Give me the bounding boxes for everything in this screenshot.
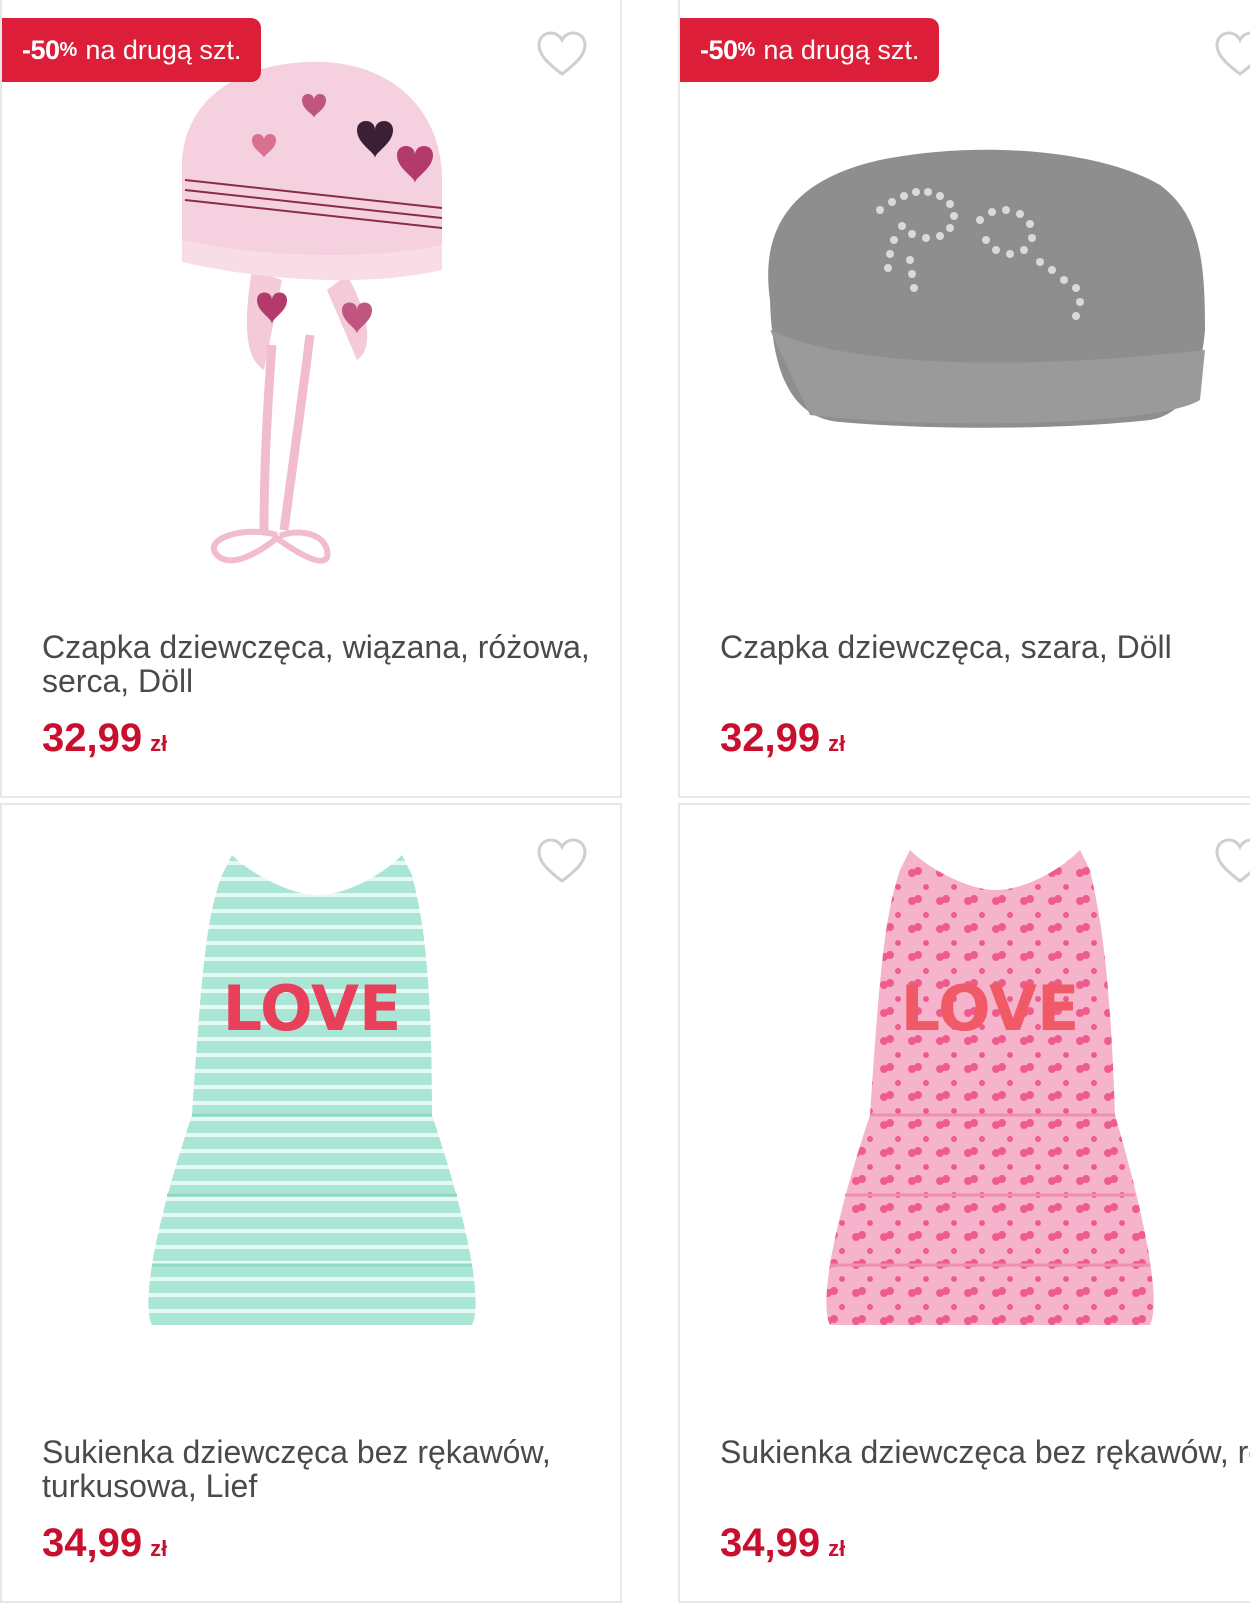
promo-badge: -50% na drugą szt. (680, 18, 940, 82)
price-currency: zł (828, 731, 846, 756)
promo-badge-percent: % (737, 38, 756, 61)
heart-outline-icon[interactable] (536, 837, 588, 885)
product-price: 32,99 zł (42, 716, 167, 766)
price-value: 32,99 (720, 716, 821, 760)
price-currency: zł (828, 1536, 846, 1561)
dress-print-text: LOVE (901, 972, 1080, 1045)
promo-badge-text: na drugą szt. (763, 34, 920, 65)
dress-print-text: LOVE (223, 972, 402, 1045)
price-currency: zł (150, 1536, 168, 1561)
promo-badge: -50% na drugą szt. (2, 18, 262, 82)
product-card[interactable]: LOVE Sukienka dziewczęca bez rękawów, tu… (0, 803, 622, 1603)
price-value: 32,99 (42, 716, 143, 760)
product-name[interactable]: Czapka dziewczęca, szara, Döll (720, 630, 1250, 664)
heart-outline-icon[interactable] (536, 30, 588, 78)
product-card[interactable]: -50% na drugą szt. Czapka dziewczęca, sza… (678, 0, 1250, 798)
product-price: 34,99 zł (720, 1521, 845, 1571)
product-name[interactable]: Czapka dziewczęca, wiązana, różowa, serc… (42, 630, 602, 698)
promo-badge-percent: % (59, 38, 78, 61)
heart-outline-icon[interactable] (1214, 837, 1250, 885)
price-value: 34,99 (720, 1521, 821, 1565)
heart-outline-icon[interactable] (1214, 30, 1250, 78)
product-card[interactable]: -50% na drugą szt. Czapka dziewczęca, wią… (0, 0, 622, 798)
product-image[interactable]: LOVE (680, 835, 1250, 1365)
promo-badge-value: -50 (22, 34, 60, 65)
promo-badge-text: na drugą szt. (85, 34, 242, 65)
product-card[interactable]: LOVE Sukienka dziewczęca bez rękawów, ró… (678, 803, 1250, 1603)
product-image[interactable] (680, 30, 1250, 590)
product-image[interactable] (2, 30, 622, 590)
product-price: 32,99 zł (720, 716, 845, 766)
price-value: 34,99 (42, 1521, 143, 1565)
product-name[interactable]: Sukienka dziewczęca bez rękawów, różowa,… (720, 1435, 1250, 1469)
product-price: 34,99 zł (42, 1521, 167, 1571)
price-currency: zł (150, 731, 168, 756)
promo-badge-value: -50 (700, 34, 738, 65)
product-name[interactable]: Sukienka dziewczęca bez rękawów, turkuso… (42, 1435, 602, 1503)
product-image[interactable]: LOVE (2, 835, 622, 1365)
